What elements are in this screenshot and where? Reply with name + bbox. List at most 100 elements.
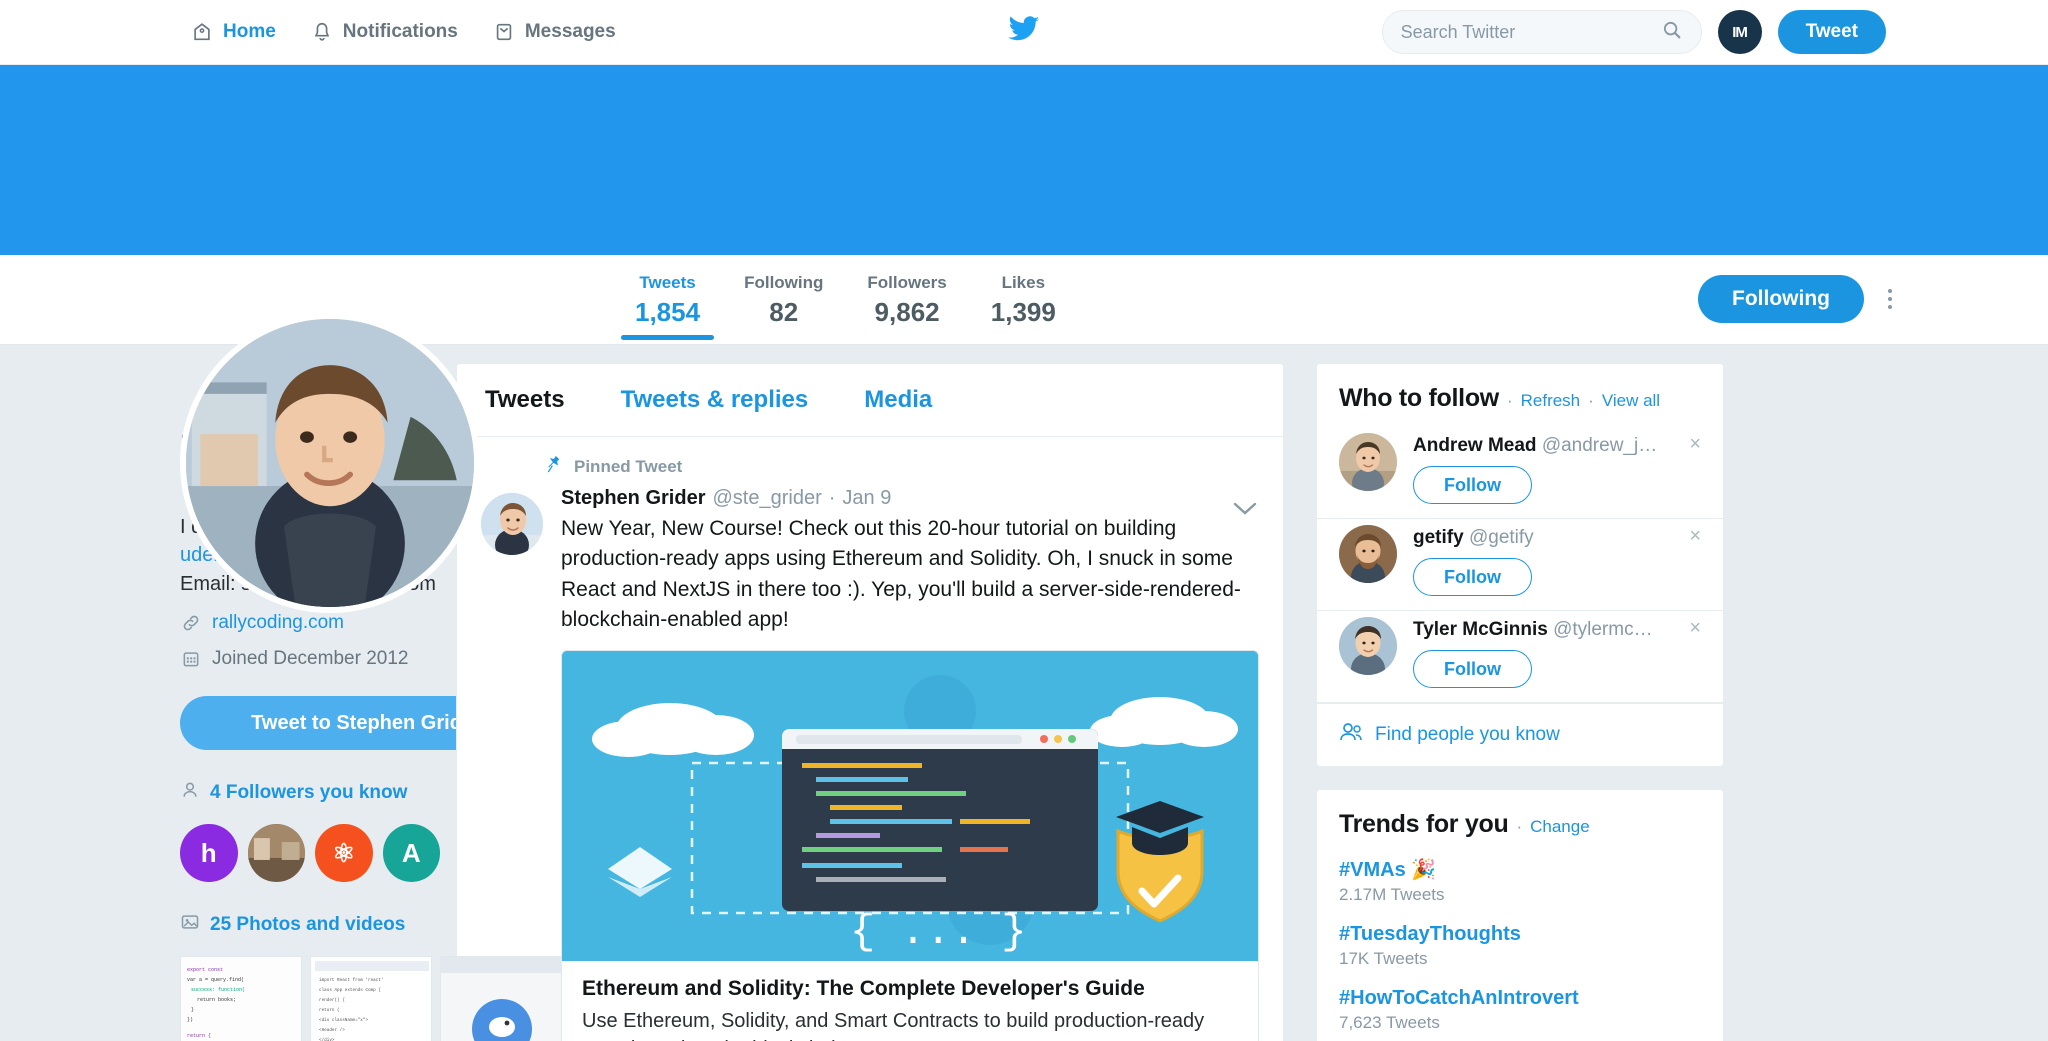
trend-item[interactable]: #TuesdayThoughts 17K Tweets — [1317, 919, 1723, 983]
search-icon[interactable] — [1661, 19, 1683, 46]
follower-avatar[interactable]: ⚛ — [315, 824, 373, 883]
close-icon[interactable]: × — [1681, 525, 1701, 548]
follow-button[interactable]: Follow — [1413, 466, 1532, 504]
profile-joined-row: Joined December 2012 — [180, 648, 440, 670]
close-icon[interactable]: × — [1681, 617, 1701, 640]
search-input[interactable] — [1400, 21, 1661, 43]
stat-label-tweets: Tweets — [639, 273, 696, 292]
tab-tweets-and-replies[interactable]: Tweets & replies — [593, 364, 837, 436]
avatar[interactable] — [1339, 617, 1397, 675]
followers-you-know-header[interactable]: 4 Followers you know — [180, 780, 440, 806]
avatar[interactable] — [1339, 433, 1397, 491]
suggested-user-name-line: Andrew Mead @andrew_j… — [1413, 435, 1681, 457]
suggested-user-name-line: getify @getify — [1413, 527, 1681, 549]
search-container[interactable] — [1381, 10, 1702, 54]
suggested-user-handle[interactable]: @getify — [1469, 527, 1534, 548]
right-sidebar: Who to follow · Refresh · View all Andre… — [1316, 363, 1724, 1041]
stat-tweets[interactable]: Tweets 1,854 — [613, 255, 722, 340]
chevron-down-icon[interactable] — [1233, 501, 1257, 522]
tweet-timestamp[interactable]: Jan 9 — [842, 487, 891, 510]
suggested-user-info: getify @getify Follow — [1413, 525, 1681, 596]
tweet-author-name[interactable]: Stephen Grider — [561, 487, 705, 510]
stat-label-likes: Likes — [1001, 273, 1046, 292]
separator-dot: · — [1516, 817, 1523, 836]
stat-followers[interactable]: Followers 9,862 — [845, 255, 968, 328]
svg-text:return {: return { — [187, 1033, 211, 1039]
trend-item[interactable]: #HowToCatchAnIntrovert 7,623 Tweets — [1317, 983, 1723, 1041]
tweet-author-handle[interactable]: @ste_grider — [712, 487, 821, 510]
profile-actions: Following — [1698, 255, 1898, 323]
tab-tweets[interactable]: Tweets — [457, 364, 593, 436]
follow-button[interactable]: Follow — [1413, 650, 1532, 688]
nav-item-notifications[interactable]: Notifications — [310, 20, 458, 44]
pinned-tweet-label: Pinned Tweet — [574, 457, 683, 476]
profile-website-row[interactable]: rallycoding.com — [180, 612, 440, 634]
timeline-column: Tweets Tweets & replies Media Pinned Twe… — [456, 363, 1284, 1041]
photos-and-videos-header[interactable]: 25 Photos and videos — [180, 912, 440, 938]
stat-following[interactable]: Following 82 — [722, 255, 845, 328]
stat-label-followers: Followers — [867, 273, 947, 292]
tweet-card-text: Ethereum and Solidity: The Complete Deve… — [562, 961, 1258, 1041]
tweet-card-title: Ethereum and Solidity: The Complete Deve… — [582, 976, 1145, 1000]
more-options-icon[interactable] — [1882, 283, 1898, 315]
find-people-you-know-link[interactable]: Find people you know — [1317, 703, 1723, 766]
trend-name[interactable]: #TuesdayThoughts — [1339, 923, 1701, 946]
timeline-tabs: Tweets Tweets & replies Media — [457, 364, 1283, 437]
suggested-user-handle[interactable]: @andrew_j… — [1542, 435, 1657, 456]
profile-avatar[interactable] — [180, 313, 480, 613]
svg-text:export const: export const — [187, 967, 223, 973]
close-icon[interactable]: × — [1681, 433, 1701, 456]
trend-item[interactable]: #VMAs 🎉 2.17M Tweets — [1317, 853, 1723, 919]
twitter-bird-icon[interactable] — [1007, 15, 1041, 49]
tweet-card-image: { ... } — [562, 650, 1258, 961]
trend-count: 7,623 Tweets — [1339, 1013, 1440, 1032]
suggested-user-info: Andrew Mead @andrew_j… Follow — [1413, 433, 1681, 504]
trend-name[interactable]: #VMAs 🎉 — [1339, 857, 1701, 882]
trends-title: Trends for you — [1339, 810, 1509, 838]
svg-text:}): }) — [187, 1017, 193, 1023]
primary-nav: Home Notifications Messages — [190, 20, 616, 44]
suggested-user-name[interactable]: Andrew Mead — [1413, 435, 1537, 456]
suggested-user-name[interactable]: getify — [1413, 527, 1464, 548]
photo-thumbnail[interactable]: export const var a = query.find(success: … — [180, 956, 302, 1041]
account-avatar[interactable]: IM — [1717, 10, 1762, 54]
timeline-card: Tweets Tweets & replies Media Pinned Twe… — [456, 363, 1284, 1041]
tweet-link-card[interactable]: { ... } Ethereum and Solidity: The Compl… — [561, 649, 1259, 1041]
suggested-user-name[interactable]: Tyler McGinnis — [1413, 619, 1548, 640]
follower-avatar[interactable]: h — [180, 824, 238, 883]
trends-change-link[interactable]: Change — [1530, 817, 1590, 837]
nav-right-group: IM Tweet — [1381, 10, 1886, 54]
svg-text:{ ... }: { ... } — [850, 908, 1026, 956]
svg-text:success: function(: success: function( — [191, 987, 245, 993]
following-button[interactable]: Following — [1698, 275, 1864, 323]
follower-avatar[interactable]: A — [382, 824, 440, 883]
follower-avatar[interactable] — [247, 824, 305, 883]
home-icon — [190, 20, 214, 44]
tweet-author-avatar[interactable] — [481, 493, 543, 555]
who-to-follow-header: Who to follow · Refresh · View all — [1317, 364, 1723, 427]
nav-item-home[interactable]: Home — [190, 20, 276, 44]
photo-thumbnail[interactable]: import React from 'react' class App exten… — [310, 956, 432, 1041]
suggested-user-info: Tyler McGinnis @tylermc… Follow — [1413, 617, 1681, 688]
suggested-user-handle[interactable]: @tylermc… — [1553, 619, 1653, 640]
follow-button[interactable]: Follow — [1413, 558, 1532, 596]
svg-text:class App extends Comp {: class App extends Comp { — [319, 988, 381, 993]
profile-website-link[interactable]: rallycoding.com — [212, 612, 344, 634]
tweet-button[interactable]: Tweet — [1777, 10, 1886, 54]
who-to-follow-view-all[interactable]: View all — [1602, 391, 1660, 411]
nav-item-messages[interactable]: Messages — [492, 20, 616, 44]
top-navigation-bar: Home Notifications Messages IM Tweet — [0, 0, 2048, 65]
person-icon — [180, 780, 200, 806]
tab-media[interactable]: Media — [836, 364, 960, 436]
trend-name[interactable]: #HowToCatchAnIntrovert — [1339, 987, 1701, 1010]
photo-icon — [180, 912, 200, 938]
avatar[interactable] — [1339, 525, 1397, 583]
stat-value-followers: 9,862 — [874, 297, 940, 327]
suggested-user-row: getify @getify Follow × — [1317, 519, 1723, 611]
tweet-header: Stephen Grider @ste_grider · Jan 9 — [561, 487, 1259, 510]
tweet-item[interactable]: Stephen Grider @ste_grider · Jan 9 New Y… — [457, 479, 1283, 1041]
stat-likes[interactable]: Likes 1,399 — [969, 255, 1078, 328]
who-to-follow-refresh[interactable]: Refresh — [1521, 391, 1581, 411]
tweet-body: Stephen Grider @ste_grider · Jan 9 New Y… — [561, 487, 1259, 1041]
followers-you-know-label: 4 Followers you know — [210, 782, 408, 804]
